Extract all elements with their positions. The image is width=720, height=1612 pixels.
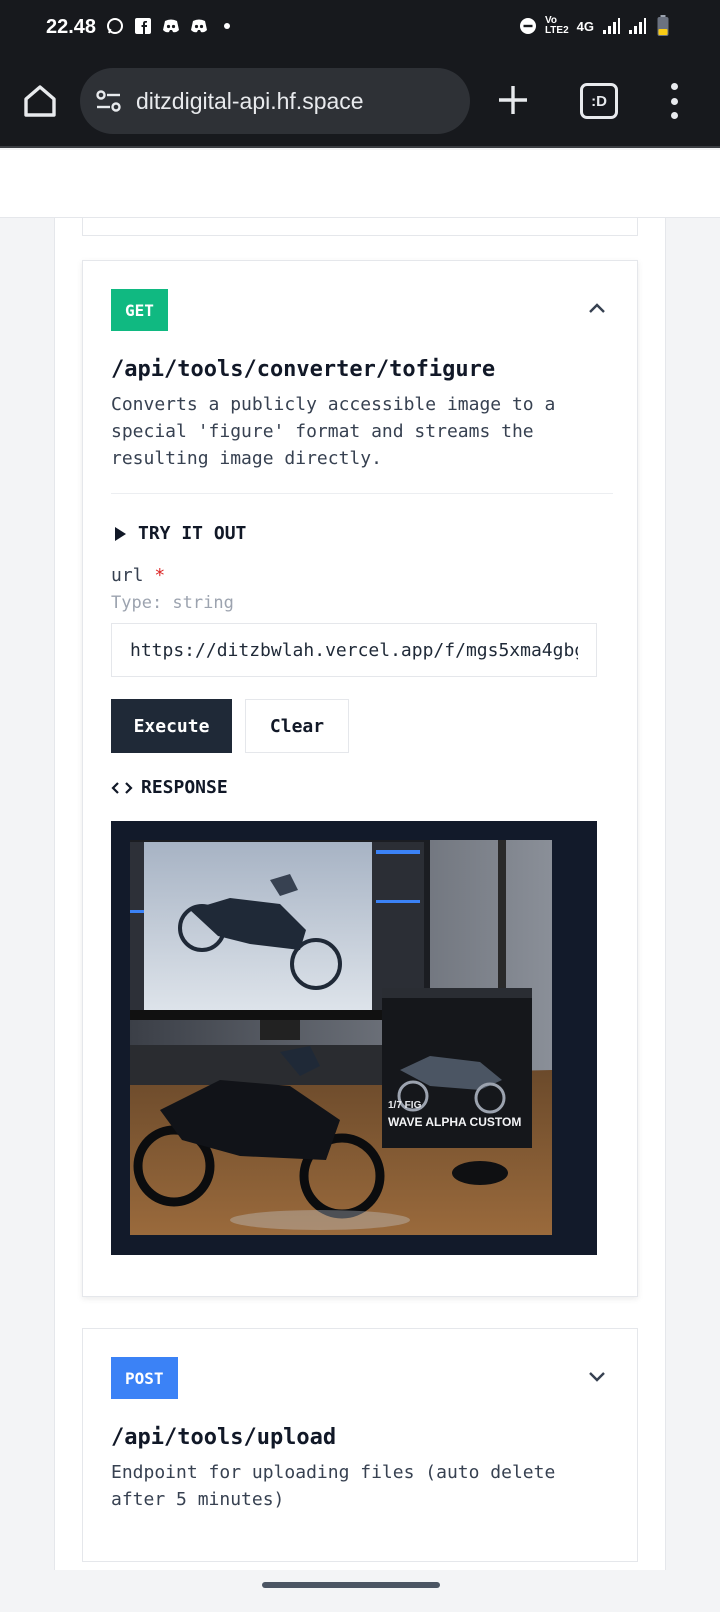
address-bar[interactable]: ditzdigital-api.hf.space [80,68,470,134]
box-title: WAVE ALPHA CUSTOM [388,1115,521,1129]
volte-icon: Vo LTE2 [544,15,569,36]
navigation-bar [0,1570,720,1612]
chevron-up-icon[interactable] [587,301,607,315]
param-name: url [111,565,144,586]
required-marker: * [154,565,166,586]
url-text: ditzdigital-api.hf.space [136,87,364,114]
play-triangle-icon [115,526,126,541]
discord-icon [162,17,180,35]
do-not-disturb-icon [519,17,537,35]
previous-endpoint-card [82,218,638,236]
try-it-out-label: TRY IT OUT [138,523,247,544]
method-badge-get: GET [111,289,168,331]
home-icon[interactable] [20,81,60,121]
clear-button[interactable]: Clear [245,699,349,753]
notification-icons [106,17,236,35]
method-badge-post: POST [111,1357,178,1399]
endpoint-description: Converts a publicly accessible image to … [111,394,556,469]
code-icon [111,781,133,794]
whatsapp-icon [106,17,124,35]
battery-icon [654,15,672,36]
status-time: 22.48 [46,16,97,38]
browser-toolbar: ditzdigital-api.hf.space :D [0,55,720,148]
url-input[interactable] [111,623,597,677]
gesture-handle[interactable] [262,1582,440,1588]
browser-menu-icon[interactable] [666,83,682,119]
signal-icon-2 [628,17,646,35]
param-type: Type: string [111,593,234,613]
response-panel: 1/7 FIG WAVE ALPHA CUSTOM [111,821,597,1255]
status-bar: 22.48 Vo LTE2 4G [0,0,720,55]
new-tab-icon[interactable] [496,83,530,117]
discord-icon-2 [190,17,208,35]
endpoint-path: /api/tools/converter/tofigure [111,357,496,382]
endpoint-card-tofigure: GET /api/tools/converter/tofigure Conver… [82,260,638,1297]
response-label: RESPONSE [141,777,228,798]
endpoint-description: Endpoint for uploading files (auto delet… [111,1462,556,1510]
tab-switcher-button[interactable]: :D [580,83,618,119]
endpoint-path: /api/tools/upload [111,1425,337,1450]
param-label: url * [111,565,165,586]
endpoint-card-upload[interactable]: POST /api/tools/upload Endpoint for uplo… [82,1328,638,1562]
site-header [0,150,720,218]
network-type: 4G [576,18,594,34]
response-header: RESPONSE [111,777,228,798]
system-icons: Vo LTE2 4G [519,15,672,36]
try-it-out-toggle[interactable]: TRY IT OUT [115,523,246,544]
box-subtitle: 1/7 FIG [388,1100,422,1111]
divider [111,493,613,494]
execute-button[interactable]: Execute [111,699,232,753]
more-notifications-dot-icon [218,17,236,35]
response-image: 1/7 FIG WAVE ALPHA CUSTOM [130,840,552,1235]
chevron-down-icon[interactable] [587,1369,607,1383]
signal-icon [602,17,620,35]
facebook-icon [134,17,152,35]
site-settings-icon[interactable] [94,86,124,116]
